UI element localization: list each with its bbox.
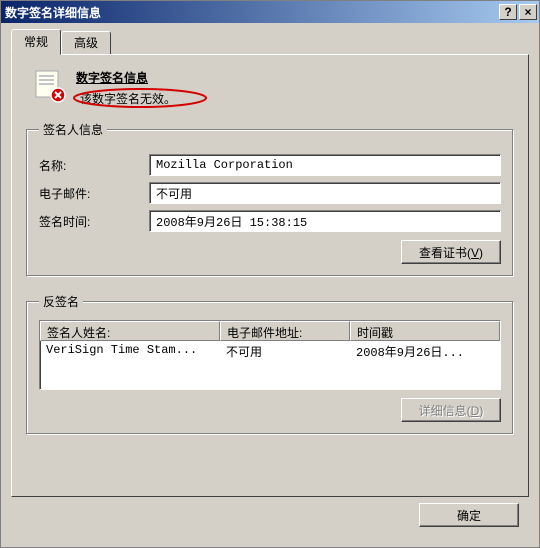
- col-email[interactable]: 电子邮件地址:: [220, 321, 350, 341]
- countersign-group: 反签名 签名人姓名: 电子邮件地址: 时间戳 VeriSign Time Sta…: [26, 293, 514, 435]
- field-name: 名称: Mozilla Corporation: [39, 154, 501, 176]
- signature-info-heading: 数字签名信息: [76, 69, 180, 86]
- cell-timestamp: 2008年9月26日...: [350, 341, 500, 359]
- client-area: 常规 高级 数字签名信息: [1, 23, 539, 547]
- listview-header: 签名人姓名: 电子邮件地址: 时间戳: [40, 321, 500, 341]
- signature-info-row: 数字签名信息 该数字签名无效。: [26, 69, 514, 107]
- col-name[interactable]: 签名人姓名:: [40, 321, 220, 341]
- view-certificate-button[interactable]: 查看证书(V): [401, 240, 501, 264]
- field-time: 签名时间: 2008年9月26日 15:38:15: [39, 210, 501, 232]
- email-value: 不可用: [149, 182, 501, 204]
- cell-name: VeriSign Time Stam...: [40, 341, 220, 359]
- view-cert-row: 查看证书(V): [39, 240, 501, 264]
- details-button: 详细信息(D): [401, 398, 501, 422]
- time-label: 签名时间:: [39, 213, 149, 230]
- listview-row[interactable]: VeriSign Time Stam... 不可用 2008年9月26日...: [40, 341, 500, 359]
- name-label: 名称:: [39, 157, 149, 174]
- signature-info-text: 数字签名信息 该数字签名无效。: [76, 69, 180, 107]
- signature-status: 该数字签名无效。: [76, 90, 180, 107]
- email-label: 电子邮件:: [39, 185, 149, 202]
- help-button[interactable]: ?: [499, 4, 517, 20]
- time-value: 2008年9月26日 15:38:15: [149, 210, 501, 232]
- bottom-bar: 确定: [11, 497, 529, 537]
- certificate-error-icon: [32, 69, 66, 103]
- tab-strip: 常规 高级: [11, 31, 529, 54]
- name-value: Mozilla Corporation: [149, 154, 501, 176]
- dialog-window: 数字签名详细信息 ? × 常规 高级: [0, 0, 540, 548]
- tab-advanced[interactable]: 高级: [61, 31, 111, 54]
- col-timestamp[interactable]: 时间戳: [350, 321, 500, 341]
- countersign-legend: 反签名: [39, 293, 83, 310]
- tab-general[interactable]: 常规: [11, 29, 61, 55]
- close-button[interactable]: ×: [519, 4, 537, 20]
- tab-panel-general: 数字签名信息 该数字签名无效。 签名人信息 名称: Mozilla Corpor…: [11, 54, 529, 497]
- countersign-listview[interactable]: 签名人姓名: 电子邮件地址: 时间戳 VeriSign Time Stam...…: [39, 320, 501, 390]
- ok-button[interactable]: 确定: [419, 503, 519, 527]
- signer-info-group: 签名人信息 名称: Mozilla Corporation 电子邮件: 不可用 …: [26, 121, 514, 277]
- field-email: 电子邮件: 不可用: [39, 182, 501, 204]
- window-title: 数字签名详细信息: [5, 4, 497, 21]
- cell-email: 不可用: [220, 341, 350, 359]
- details-row: 详细信息(D): [39, 398, 501, 422]
- signer-info-legend: 签名人信息: [39, 121, 107, 138]
- titlebar: 数字签名详细信息 ? ×: [1, 1, 539, 23]
